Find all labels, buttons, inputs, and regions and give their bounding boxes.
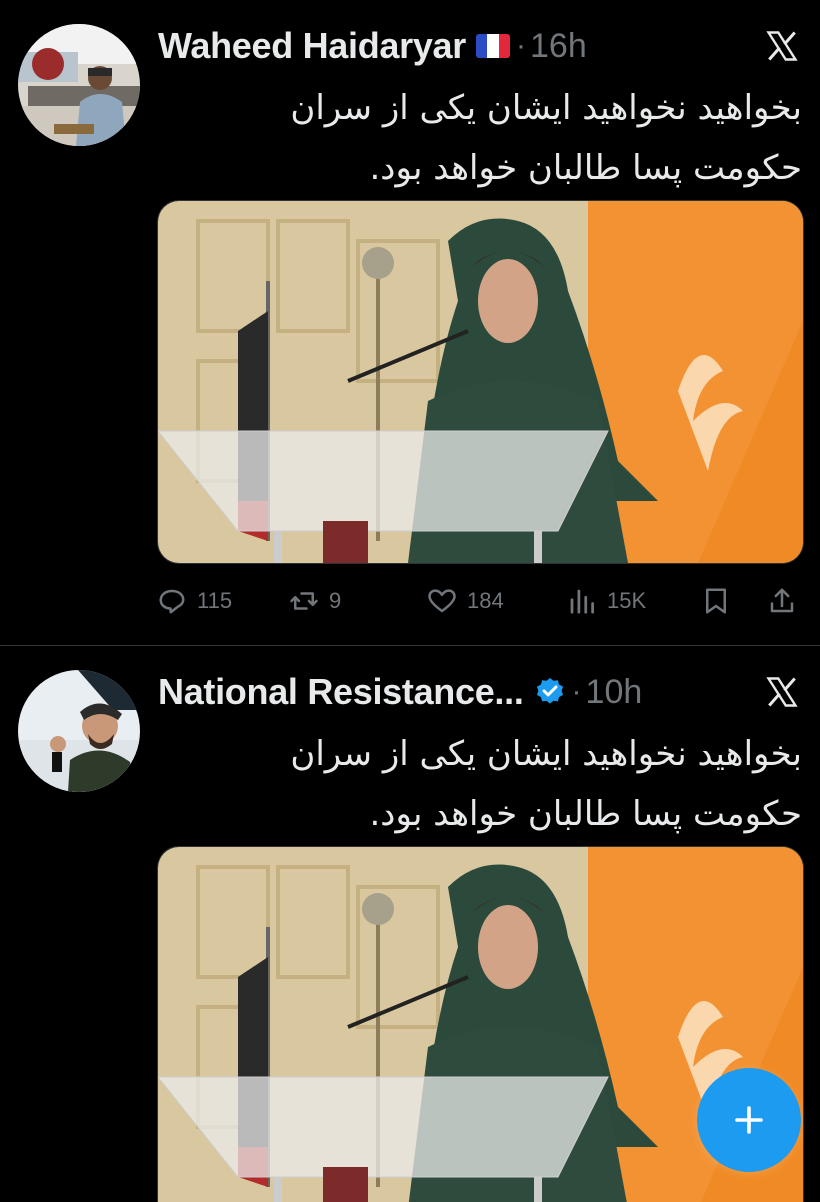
france-flag-icon <box>476 34 510 58</box>
x-logo-icon[interactable] <box>764 28 800 64</box>
tweet-text: بخواهید نخواهید ایشان یکی از سران حکومت … <box>158 724 802 844</box>
compose-button[interactable] <box>697 1068 801 1172</box>
tweet-text-line: بخواهید نخواهید ایشان یکی از سران <box>290 88 802 128</box>
reply-count: 115 <box>197 588 233 613</box>
repost-count: 9 <box>329 588 342 613</box>
avatar[interactable] <box>18 670 140 792</box>
share-button[interactable] <box>767 586 807 616</box>
views-icon <box>570 589 594 614</box>
repost-button[interactable]: 9 <box>289 586 341 616</box>
tweet[interactable]: Waheed Haidaryar · 16h بخواهید نخواهید ا… <box>0 0 820 645</box>
compose-plus-icon <box>735 1106 763 1134</box>
verified-badge-icon <box>536 678 563 704</box>
author-name[interactable]: National Resistance... <box>158 671 524 713</box>
like-button[interactable]: 184 <box>427 586 504 616</box>
share-icon <box>770 588 794 613</box>
bookmark-button[interactable] <box>701 586 741 616</box>
timestamp[interactable]: 10h <box>586 673 643 712</box>
tweet-photo[interactable] <box>157 200 804 564</box>
like-icon <box>428 589 456 613</box>
x-logo-icon[interactable] <box>764 674 800 710</box>
separator-dot: · <box>516 29 526 62</box>
views-count: 15K <box>607 588 647 613</box>
avatar[interactable] <box>18 24 140 146</box>
bookmark-icon <box>706 588 726 614</box>
author-name[interactable]: Waheed Haidaryar <box>158 25 466 67</box>
reply-button[interactable]: 115 <box>157 586 232 616</box>
tweet-text-line: بخواهید نخواهید ایشان یکی از سران <box>290 734 802 774</box>
separator-dot: · <box>571 675 582 708</box>
tweet-actions: 115 9 184 15K <box>157 586 802 626</box>
like-count: 184 <box>467 588 504 613</box>
timestamp[interactable]: 16h <box>530 27 587 66</box>
views-button[interactable]: 15K <box>567 586 646 616</box>
tweet-text-line: حکومت پسا طالبان خواهد بود. <box>369 148 803 188</box>
repost-icon <box>290 592 318 610</box>
reply-icon <box>159 589 185 614</box>
tweet-text-line: حکومت پسا طالبان خواهد بود. <box>369 794 803 834</box>
tweet-text: بخواهید نخواهید ایشان یکی از سران حکومت … <box>158 78 802 198</box>
